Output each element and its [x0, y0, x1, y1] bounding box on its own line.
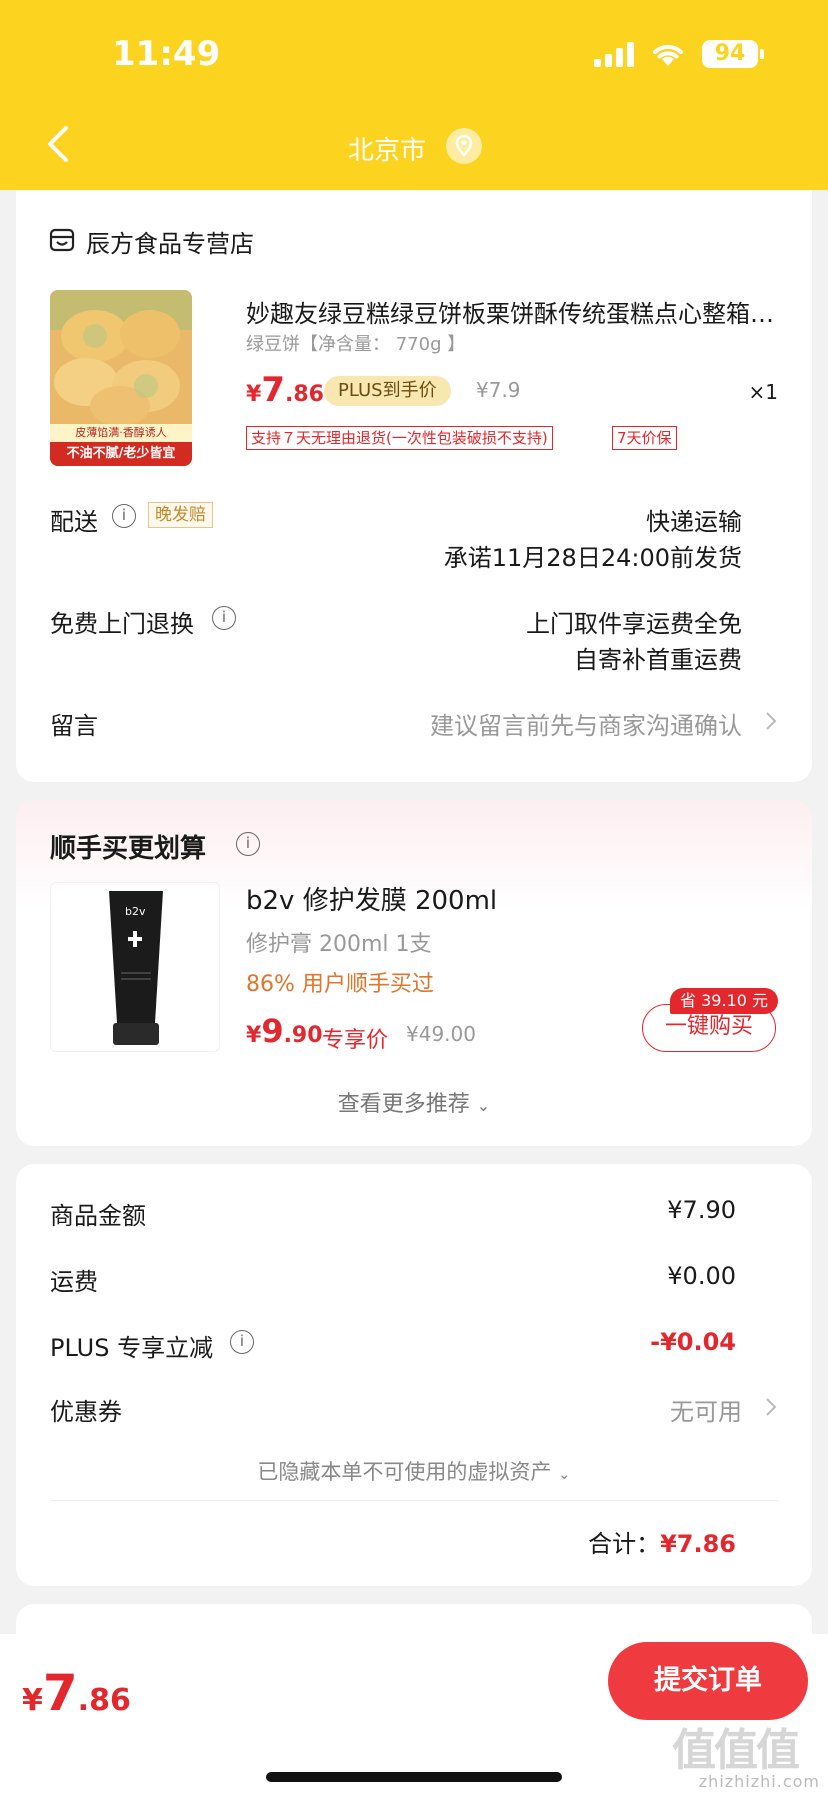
hidden-assets-label: 已隐藏本单不可使用的虚拟资产 [257, 1460, 552, 1484]
recommend-price: ¥9.90 [246, 1012, 323, 1050]
price-summary-card: 商品金额 ¥7.90 运费 ¥0.00 PLUS 专享立减 i -¥0.04 优… [16, 1164, 812, 1586]
price-protect-tag: 7天价保 [612, 426, 677, 450]
store-icon [49, 228, 75, 252]
bottom-checkout-bar: ¥7.86 提交订单 值值值 zhizhizhi.com [0, 1634, 828, 1795]
hidden-assets-toggle[interactable]: 已隐藏本单不可使用的虚拟资产 ⌄ [16, 1456, 812, 1486]
home-indicator [266, 1772, 562, 1782]
message-label: 留言 [50, 712, 98, 740]
price-decimal: .86 [284, 382, 324, 407]
recommend-info-icon[interactable]: i [236, 832, 260, 856]
price-symbol: ¥ [246, 382, 262, 407]
summary-divider [50, 1500, 778, 1501]
coupon-label: 优惠券 [50, 1398, 122, 1426]
price-symbol: ¥ [246, 1023, 262, 1048]
recommend-product-name[interactable]: b2v 修护发膜 200ml [246, 880, 497, 917]
coupon-chevron-icon[interactable] [764, 1396, 778, 1418]
product-price: ¥7.86 [246, 370, 324, 410]
return-self-send-note: 自寄补首重运费 [574, 646, 742, 674]
store-order-card: 辰方食品专营店 皮薄馅满·香醇诱人 不油不腻/老少皆宜 妙趣友绿豆糕绿豆饼板栗饼… [16, 190, 812, 782]
back-arrow-icon[interactable] [44, 124, 72, 164]
product-title[interactable]: 妙趣友绿豆糕绿豆饼板栗饼酥传统蛋糕点心整箱早餐零食品网红零嘴 [246, 294, 782, 329]
chevron-down-icon: ⌄ [476, 1096, 491, 1115]
delivery-method[interactable]: 快递运输 [646, 502, 742, 537]
recommend-bought-rate: 86% 用户顺手买过 [246, 972, 434, 997]
recommend-card: 顺手买更划算 i b2v b2v 修护发膜 200ml 修护膏 200ml 1支… [16, 800, 812, 1146]
coupon-value[interactable]: 无可用 [670, 1392, 742, 1427]
status-icons: 94 [594, 40, 764, 68]
late-compensation-badge: 晚发赔 [148, 502, 213, 528]
plus-discount-label: PLUS 专享立减 [50, 1334, 214, 1362]
price-decimal: .86 [77, 1683, 131, 1718]
submit-order-button[interactable]: 提交订单 [608, 1642, 808, 1720]
return-policy-tag: 支持７天无理由退货(一次性包装破损不支持) [246, 426, 553, 450]
message-hint[interactable]: 建议留言前先与商家沟通确认 [430, 706, 742, 741]
delivery-info-icon[interactable]: i [112, 504, 136, 528]
hair-mask-tube-image: b2v [109, 891, 163, 1045]
quantity: ×1 [748, 380, 778, 404]
watermark-logo: 值值值 [672, 1725, 800, 1776]
price-integer: 7 [261, 370, 285, 410]
price-symbol: ¥ [22, 1683, 43, 1718]
delivery-label: 配送 [50, 508, 98, 536]
save-amount-badge: 省 39.10 元 [670, 988, 778, 1014]
original-price: ¥7.9 [476, 378, 521, 402]
price-integer: 7 [42, 1664, 78, 1722]
chevron-down-icon: ⌄ [558, 1465, 571, 1483]
plus-discount-info-icon[interactable]: i [230, 1330, 254, 1354]
shipping-label: 运费 [50, 1268, 98, 1296]
watermark-text: zhizhizhi.com [698, 1772, 820, 1791]
image-caption-top: 皮薄馅满·香醇诱人 [50, 424, 192, 442]
recommend-original-price: ¥49.00 [406, 1022, 476, 1046]
total-label: 合计： [588, 1530, 661, 1558]
plus-discount-value: -¥0.04 [650, 1328, 736, 1356]
plus-price-badge: PLUS到手价 [324, 376, 451, 406]
return-pickup-note: 上门取件享运费全免 [526, 610, 742, 638]
delivery-promise: 承诺11月28日24:00前发货 [443, 544, 742, 572]
recommend-product-spec: 修护膏 200ml 1支 [246, 932, 432, 957]
image-caption-bottom: 不油不腻/老少皆宜 [50, 442, 192, 466]
location-pin-icon[interactable] [446, 128, 482, 164]
recommend-product-image[interactable]: b2v [50, 882, 220, 1052]
bottom-total-price: ¥7.86 [22, 1664, 131, 1722]
free-return-label: 免费上门退换 [50, 610, 194, 638]
shipping-value: ¥0.00 [667, 1262, 736, 1290]
signal-icon [594, 41, 634, 67]
message-chevron-icon[interactable] [764, 710, 778, 732]
wifi-icon [653, 44, 683, 66]
product-image[interactable]: 皮薄馅满·香醇诱人 不油不腻/老少皆宜 [50, 290, 192, 466]
city-selector[interactable]: 北京市 [348, 130, 426, 167]
brand-mark: b2v [125, 905, 146, 918]
return-info-icon[interactable]: i [212, 606, 236, 630]
goods-amount-value: ¥7.90 [667, 1196, 736, 1224]
more-recommend-link[interactable]: 查看更多推荐 ⌄ [16, 1086, 812, 1118]
total-value: ¥7.86 [660, 1530, 736, 1558]
order-total: 合计：¥7.86 [588, 1524, 736, 1559]
status-time: 11:49 [112, 34, 221, 74]
price-decimal: .90 [283, 1023, 323, 1048]
recommend-title: 顺手买更划算 [50, 834, 207, 864]
store-name[interactable]: 辰方食品专营店 [86, 224, 254, 259]
exclusive-price-label: 专享价 [322, 1028, 389, 1053]
price-integer: 9 [261, 1012, 284, 1050]
goods-amount-label: 商品金额 [50, 1202, 146, 1230]
header-bar: 11:49 94 北京市 [0, 0, 828, 190]
product-spec: 绿豆饼【净含量： 770g 】 [246, 334, 466, 355]
more-recommend-label: 查看更多推荐 [337, 1092, 470, 1117]
battery-icon: 94 [702, 40, 764, 68]
